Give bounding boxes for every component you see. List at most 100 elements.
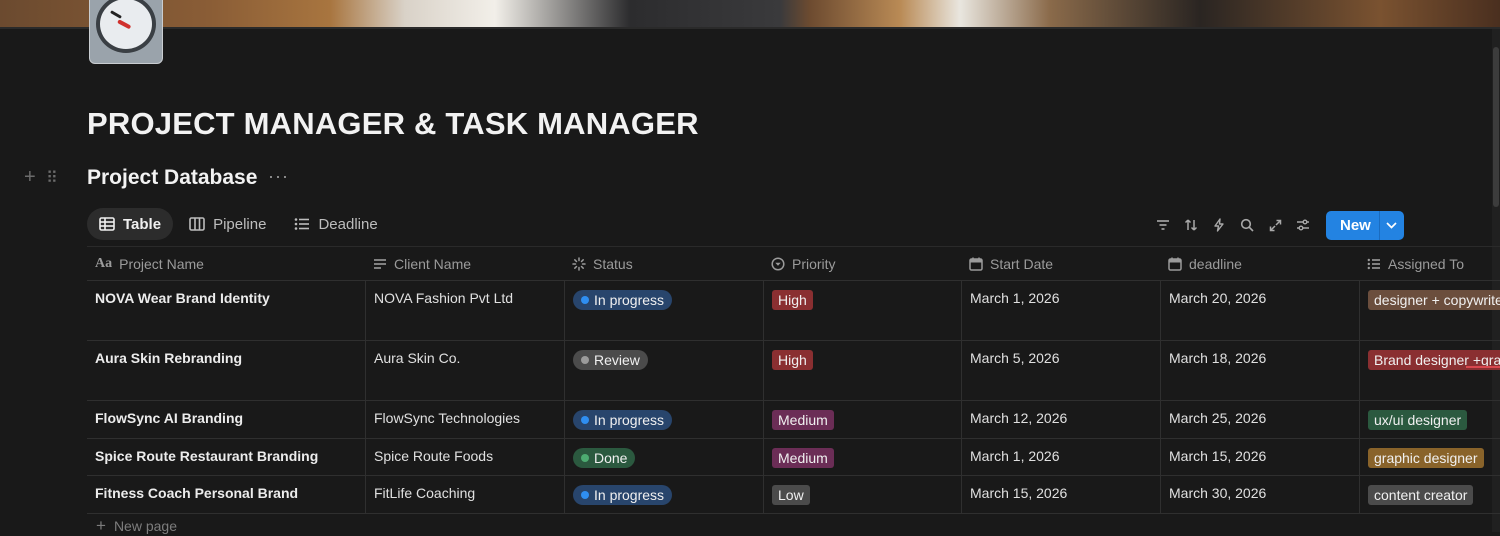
status-pill: In progress — [573, 410, 673, 430]
column-header-project-name[interactable]: Aa Project Name — [87, 247, 365, 280]
status-label: Done — [594, 450, 628, 466]
cell-priority[interactable]: Low — [763, 476, 961, 513]
add-block-icon[interactable]: + — [24, 166, 36, 189]
calendar-icon — [969, 257, 983, 271]
cell-assigned[interactable]: graphic designer — [1359, 439, 1500, 475]
project-text: NOVA Wear Brand Identity — [95, 290, 270, 306]
cell-priority[interactable]: High — [763, 281, 961, 340]
cell-start[interactable]: March 1, 2026 — [961, 281, 1160, 340]
chevron-down-icon[interactable] — [1378, 210, 1404, 240]
client-text: FitLife Coaching — [374, 485, 476, 501]
cell-priority[interactable]: Medium — [763, 401, 961, 438]
column-header-priority[interactable]: Priority — [763, 247, 961, 280]
column-header-label: deadline — [1189, 255, 1242, 272]
expand-icon[interactable] — [1264, 211, 1286, 239]
project-text: FlowSync AI Branding — [95, 410, 244, 426]
cell-start[interactable]: March 12, 2026 — [961, 401, 1160, 438]
cell-start[interactable]: March 1, 2026 — [961, 439, 1160, 475]
start-text: March 5, 2026 — [970, 350, 1060, 366]
block-handles[interactable]: + ⠿ — [24, 166, 64, 190]
cell-client[interactable]: Aura Skin Co. — [365, 341, 564, 400]
status-dot-icon — [581, 416, 589, 424]
title-icon: Aa — [95, 255, 113, 271]
cell-project[interactable]: NOVA Wear Brand Identity — [87, 281, 365, 340]
cell-client[interactable]: FlowSync Technologies — [365, 401, 564, 438]
new-button-label: New — [1340, 216, 1371, 234]
cell-deadline[interactable]: March 20, 2026 — [1160, 281, 1359, 340]
start-text: March 1, 2026 — [970, 448, 1060, 464]
cell-status[interactable]: Done — [564, 439, 763, 475]
cell-status[interactable]: In progress — [564, 476, 763, 513]
cell-start[interactable]: March 15, 2026 — [961, 476, 1160, 513]
table-row[interactable]: NOVA Wear Brand Identity NOVA Fashion Pvt… — [87, 281, 1500, 341]
cell-assigned[interactable]: ux/ui designer — [1359, 401, 1500, 438]
filter-icon[interactable] — [1152, 211, 1174, 239]
deadline-text: March 15, 2026 — [1169, 448, 1267, 464]
table-header: Aa Project Name Client Name Status Priority S… — [87, 246, 1500, 281]
column-header-assigned-to[interactable]: Assigned To — [1359, 247, 1500, 280]
status-label: Review — [594, 352, 640, 368]
column-header-label: Status — [593, 255, 633, 272]
priority-tag: High — [772, 290, 813, 310]
cell-client[interactable]: NOVA Fashion Pvt Ltd — [365, 281, 564, 340]
column-header-start-date[interactable]: Start Date — [961, 247, 1160, 280]
select-icon — [771, 256, 785, 271]
drag-handle-icon[interactable]: ⠿ — [46, 168, 58, 188]
cell-assigned[interactable]: content creator — [1359, 476, 1500, 513]
new-button[interactable]: New — [1326, 210, 1404, 240]
cover-image[interactable] — [0, 0, 1500, 29]
table-body: NOVA Wear Brand Identity NOVA Fashion Pvt… — [87, 281, 1500, 514]
client-text: Spice Route Foods — [374, 448, 494, 464]
cell-deadline[interactable]: March 25, 2026 — [1160, 401, 1359, 438]
status-dot-icon — [581, 454, 589, 462]
multiselect-icon — [1367, 258, 1381, 270]
priority-tag: Low — [772, 485, 810, 505]
settings-icon[interactable] — [1292, 211, 1314, 239]
cell-assigned[interactable]: designer + copywriter — [1359, 281, 1500, 340]
new-page-button[interactable]: + New page — [96, 516, 177, 536]
status-dot-icon — [581, 356, 589, 364]
tab-table[interactable]: Table — [87, 208, 174, 240]
tab-pipeline[interactable]: Pipeline — [177, 208, 278, 240]
table-row[interactable]: FlowSync AI Branding FlowSync Technologie… — [87, 401, 1500, 439]
column-header-label: Client Name — [394, 255, 472, 272]
cell-deadline[interactable]: March 18, 2026 — [1160, 341, 1359, 400]
cell-start[interactable]: March 5, 2026 — [961, 341, 1160, 400]
priority-tag: Medium — [772, 448, 834, 468]
table-row[interactable]: Aura Skin Rebranding Aura Skin Co. Review H… — [87, 341, 1500, 401]
cell-client[interactable]: FitLife Coaching — [365, 476, 564, 513]
cell-status[interactable]: In progress — [564, 401, 763, 438]
cell-project[interactable]: Fitness Coach Personal Brand — [87, 476, 365, 513]
cell-client[interactable]: Spice Route Foods — [365, 439, 564, 475]
column-header-status[interactable]: Status — [564, 247, 763, 280]
scrollbar-thumb[interactable] — [1493, 47, 1499, 207]
tab-label: Pipeline — [213, 215, 267, 233]
database-more-icon[interactable]: ··· — [268, 166, 289, 187]
table-row[interactable]: Spice Route Restaurant Branding Spice Rou… — [87, 439, 1500, 476]
project-text: Fitness Coach Personal Brand — [95, 485, 299, 501]
search-icon[interactable] — [1236, 211, 1258, 239]
table-row[interactable]: Fitness Coach Personal Brand FitLife Coac… — [87, 476, 1500, 514]
cell-status[interactable]: Review — [564, 341, 763, 400]
cell-status[interactable]: In progress — [564, 281, 763, 340]
cell-deadline[interactable]: March 30, 2026 — [1160, 476, 1359, 513]
cell-project[interactable]: Aura Skin Rebranding — [87, 341, 365, 400]
cell-priority[interactable]: Medium — [763, 439, 961, 475]
start-text: March 1, 2026 — [970, 290, 1060, 306]
text-underline-mark — [1466, 366, 1500, 368]
database-title[interactable]: Project Database — [87, 166, 257, 190]
cell-deadline[interactable]: March 15, 2026 — [1160, 439, 1359, 475]
client-text: Aura Skin Co. — [374, 350, 461, 366]
cell-priority[interactable]: High — [763, 341, 961, 400]
column-header-client-name[interactable]: Client Name — [365, 247, 564, 280]
cell-assigned[interactable]: Brand designer +graphic designer — [1359, 341, 1500, 400]
sort-icon[interactable] — [1180, 211, 1202, 239]
tab-deadline[interactable]: Deadline — [282, 208, 389, 240]
cell-project[interactable]: Spice Route Restaurant Branding — [87, 439, 365, 475]
cell-project[interactable]: FlowSync AI Branding — [87, 401, 365, 438]
column-header-deadline[interactable]: deadline — [1160, 247, 1359, 280]
project-text: Aura Skin Rebranding — [95, 350, 243, 366]
column-header-label: Priority — [792, 255, 836, 272]
alarm-clock-icon[interactable] — [89, 0, 163, 64]
automation-icon[interactable] — [1208, 211, 1230, 239]
